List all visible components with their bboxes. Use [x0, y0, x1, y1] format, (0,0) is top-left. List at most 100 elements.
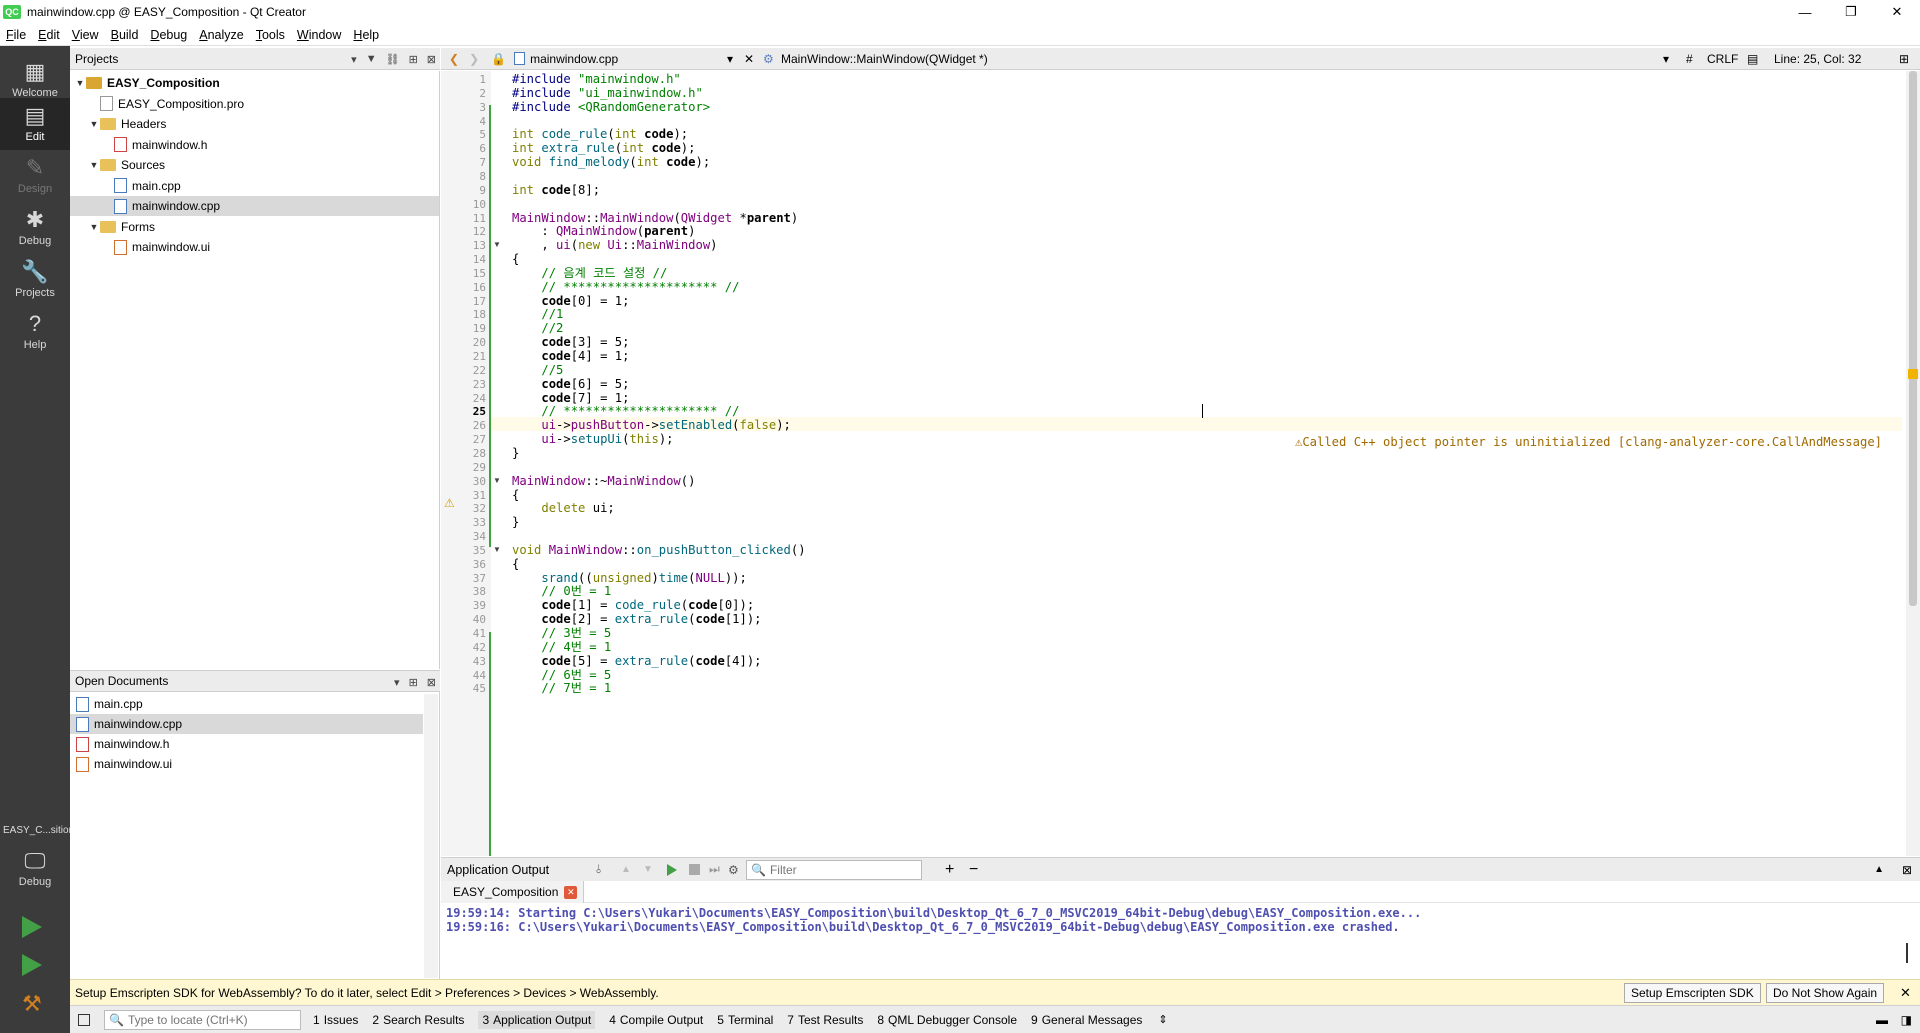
tree-item[interactable]: ▼ EASY_Composition — [70, 73, 439, 93]
menu-view[interactable]: View — [66, 28, 105, 42]
close-pane-icon[interactable]: ⊠ — [1902, 863, 1912, 877]
menu-window[interactable]: Window — [291, 28, 347, 42]
rerun-up-icon[interactable]: ▲ — [621, 864, 631, 875]
cursor-position[interactable]: Line: 25, Col: 32 — [1774, 52, 1861, 66]
code-editor[interactable]: ⚠Called C++ object pointer is uninitiali… — [441, 71, 1920, 856]
attach-icon[interactable]: ⫰ — [596, 862, 601, 877]
split-icon[interactable]: ⊞ — [409, 53, 418, 66]
maximize-pane-icon[interactable]: ▲ — [1874, 864, 1884, 875]
expand-arrow-icon[interactable]: ▼ — [88, 119, 100, 129]
rerun-button[interactable] — [667, 863, 677, 876]
step-icon[interactable]: ⏭ — [709, 862, 720, 877]
mode-projects[interactable]: 🔧 Projects — [0, 254, 70, 306]
expand-arrow-icon[interactable]: ▼ — [88, 222, 100, 232]
split-icon[interactable]: ⊞ — [409, 676, 418, 689]
kit-selector-name[interactable]: EASY_C...sition — [3, 825, 74, 836]
filter-input[interactable] — [769, 863, 910, 877]
open-document-item[interactable]: mainwindow.ui — [70, 754, 423, 774]
setup-emscripten-button[interactable]: Setup Emscripten SDK — [1624, 983, 1761, 1003]
mode-debug[interactable]: ✱ Debug — [0, 202, 70, 254]
open-document-item[interactable]: main.cpp — [70, 694, 423, 714]
pane-tab-test-results[interactable]: 7 Test Results — [787, 1013, 863, 1027]
split-editor-icon[interactable]: ⊞ — [1899, 52, 1909, 66]
kit-selector[interactable]: 🖵 Debug — [0, 839, 70, 899]
locator-input[interactable] — [127, 1012, 298, 1027]
view-dropdown-icon[interactable]: ▾ — [351, 53, 357, 66]
zoom-out-icon[interactable]: − — [969, 861, 978, 879]
output-text[interactable]: 19:59:14: Starting C:\Users\Yukari\Docum… — [441, 903, 1920, 979]
debug-run-button[interactable] — [22, 954, 42, 976]
pane-tab-application-output[interactable]: 3 Application Output — [478, 1010, 596, 1029]
minimize-button[interactable]: — — [1782, 0, 1828, 24]
locator[interactable]: 🔍 — [104, 1009, 301, 1030]
filter-icon[interactable]: ▼ — [366, 53, 377, 65]
code-line[interactable]: delete ui; — [512, 500, 614, 517]
view-dropdown-icon[interactable]: ▾ — [394, 676, 400, 689]
projects-title[interactable]: Projects — [75, 52, 118, 66]
code-line[interactable]: #include <QRandomGenerator> — [512, 99, 710, 116]
tree-item[interactable]: EASY_Composition.pro — [70, 94, 439, 114]
menu-edit[interactable]: Edit — [32, 28, 66, 42]
menu-file[interactable]: File — [0, 28, 32, 42]
menu-help[interactable]: Help — [347, 28, 385, 42]
tree-item[interactable]: mainwindow.h — [70, 135, 439, 155]
toggle-sidebar-icon[interactable] — [78, 1013, 90, 1026]
link-icon[interactable]: ⛓ — [386, 53, 400, 66]
code-line[interactable]: , ui(new Ui::MainWindow) — [512, 237, 717, 254]
document-selector[interactable]: mainwindow.cpp — [530, 52, 618, 66]
encoding-icon[interactable]: ▤ — [1747, 52, 1758, 66]
open-documents-scrollbar[interactable] — [424, 694, 438, 978]
fold-arrow-icon[interactable]: ▼ — [493, 545, 501, 554]
document-dropdown-icon[interactable]: ▾ — [727, 52, 733, 66]
pane-tab-general-messages[interactable]: 9 General Messages — [1031, 1013, 1142, 1027]
pane-tab-terminal[interactable]: 5 Terminal — [717, 1013, 773, 1027]
open-document-item[interactable]: mainwindow.h — [70, 734, 423, 754]
menu-build[interactable]: Build — [105, 28, 145, 42]
mode-help[interactable]: ? Help — [0, 306, 70, 358]
forward-arrow-icon[interactable]: ❯ — [469, 52, 479, 66]
progress-details-icon[interactable]: ▬ — [1876, 1013, 1888, 1027]
close-document-icon[interactable]: ✕ — [744, 52, 754, 66]
code-line[interactable]: MainWindow::~MainWindow() — [512, 473, 695, 490]
output-scrollbar[interactable] — [1906, 943, 1908, 963]
output-filter[interactable]: 🔍 — [746, 860, 922, 880]
line-number[interactable]: 45 — [441, 680, 486, 697]
run-button[interactable] — [22, 916, 42, 938]
code-line[interactable]: ui->setupUi(this); — [512, 431, 673, 448]
tree-item[interactable]: mainwindow.cpp — [70, 196, 439, 216]
output-line[interactable]: 19:59:14: Starting C:\Users\Yukari\Docum… — [446, 906, 1421, 920]
close-panel-icon[interactable]: ⊠ — [427, 53, 436, 66]
settings-gear-icon[interactable]: ⚙ — [728, 863, 739, 877]
output-line[interactable]: 19:59:16: C:\Users\Yukari\Documents\EASY… — [446, 920, 1400, 934]
zoom-in-icon[interactable]: + — [945, 861, 954, 879]
code-line[interactable]: int code[8]; — [512, 182, 600, 199]
symbol-selector[interactable]: MainWindow::MainWindow(QWidget *) — [781, 52, 988, 66]
menu-tools[interactable]: Tools — [250, 28, 291, 42]
open-document-item[interactable]: mainwindow.cpp — [70, 714, 423, 734]
pane-tab-search-results[interactable]: 2 Search Results — [372, 1013, 464, 1027]
toggle-right-sidebar-icon[interactable]: ◨ — [1901, 1013, 1912, 1027]
line-ending-selector[interactable]: CRLF — [1707, 52, 1738, 66]
tree-item[interactable]: ▼ Forms — [70, 217, 439, 237]
symbol-dropdown-icon[interactable]: ▾ — [1663, 52, 1669, 66]
tree-item[interactable]: ▼ Sources — [70, 155, 439, 175]
pane-tab-compile-output[interactable]: 4 Compile Output — [609, 1013, 703, 1027]
fold-arrow-icon[interactable]: ▼ — [493, 476, 501, 485]
tree-item[interactable]: ▼ Headers — [70, 114, 439, 134]
code-line[interactable]: } — [512, 514, 519, 531]
output-tab[interactable]: EASY_Composition ✕ — [441, 881, 585, 903]
menu-debug[interactable]: Debug — [144, 28, 193, 42]
back-arrow-icon[interactable]: ❮ — [449, 52, 459, 66]
tree-item[interactable]: mainwindow.ui — [70, 237, 439, 257]
hash-indicator[interactable]: # — [1686, 52, 1693, 66]
code-line[interactable]: void find_melody(int code); — [512, 154, 710, 171]
menu-analyze[interactable]: Analyze — [193, 28, 249, 42]
pane-tab-issues[interactable]: 1 Issues — [313, 1013, 358, 1027]
code-line[interactable]: // 7번 = 1 — [512, 680, 611, 697]
code-line[interactable]: } — [512, 445, 519, 462]
close-panel-icon[interactable]: ⊠ — [427, 676, 436, 689]
pane-tab-qml-debugger-console[interactable]: 8 QML Debugger Console — [877, 1013, 1017, 1027]
do-not-show-again-button[interactable]: Do Not Show Again — [1766, 983, 1885, 1003]
close-infobar-icon[interactable]: ✕ — [1900, 985, 1911, 1001]
rerun-down-icon[interactable]: ▼ — [643, 864, 653, 875]
